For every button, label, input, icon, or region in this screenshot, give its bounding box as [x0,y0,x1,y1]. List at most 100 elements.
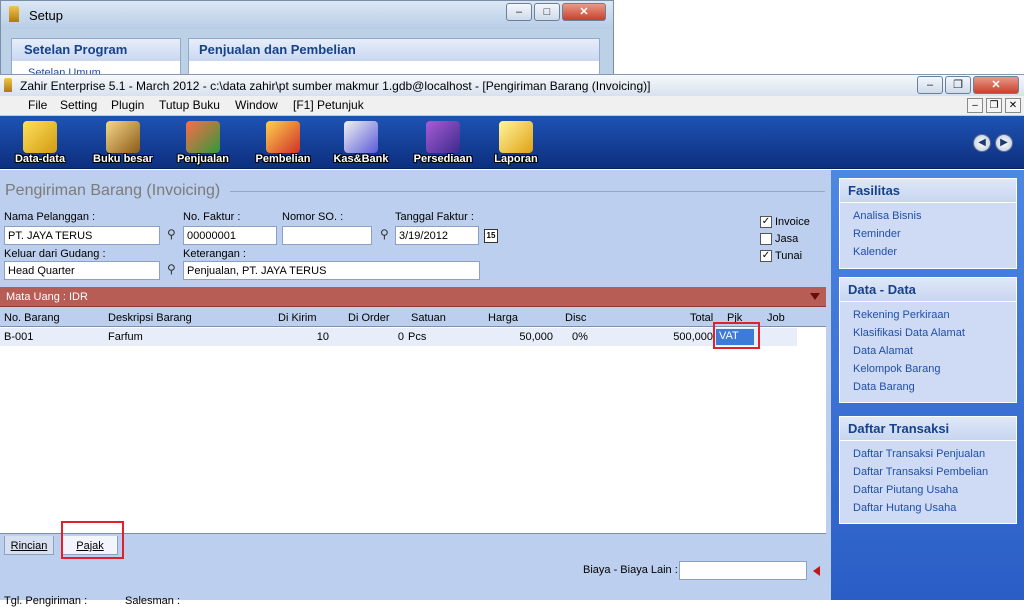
toolbar-kas-bank-label: Kas&Bank [333,153,389,165]
toolbar-penjualan-button[interactable]: Penjualan [168,119,238,167]
tunai-checkbox[interactable]: ✓ [760,250,772,262]
setup-left-panel-title: Setelan Program [12,39,180,61]
link-rekening-perkiraan[interactable]: Rekening Perkiraan [853,309,950,321]
main-toolbar: Data-data Buku besar Penjualan Pembelian… [0,116,1024,169]
setup-title-bar[interactable]: Setup – □ ✕ [1,1,613,29]
cell-no-barang[interactable]: B-001 [4,331,33,343]
col-deskripsi[interactable]: Deskripsi Barang [108,312,192,324]
cell-deskripsi[interactable]: Farfum [108,331,143,343]
link-daftar-piutang-usaha[interactable]: Daftar Piutang Usaha [853,484,958,496]
invoice-checkbox[interactable]: ✓ [760,216,772,228]
cell-total[interactable]: 500,000 [640,331,713,343]
pajak-highlight-box [61,521,124,559]
other-cost-expand-icon[interactable] [813,566,820,576]
main-restore-button[interactable]: ❐ [945,76,971,94]
menu-file[interactable]: File [28,98,47,112]
so-no-input[interactable] [282,226,372,245]
col-total[interactable]: Total [690,312,713,324]
setup-close-button[interactable]: ✕ [562,3,606,21]
report-icon [499,121,533,153]
inventory-icon [426,121,460,153]
currency-label: Mata Uang : IDR [6,291,88,303]
sales-icon [186,121,220,153]
nav-back-icon[interactable]: ◀ [973,134,991,152]
title-divider [230,191,825,192]
cell-harga[interactable]: 50,000 [480,331,553,343]
link-data-barang[interactable]: Data Barang [853,381,915,393]
nav-forward-icon[interactable]: ▶ [995,134,1013,152]
setup-minimize-button[interactable]: – [506,3,532,21]
col-disc[interactable]: Disc [565,312,586,324]
jasa-checkbox[interactable] [760,233,772,245]
col-diorder[interactable]: Di Order [348,312,390,324]
form-title: Pengiriman Barang (Invoicing) [5,182,221,199]
currency-bar[interactable]: Mata Uang : IDR [0,287,826,307]
invoice-no-label: No. Faktur : [183,211,241,223]
col-dikirim[interactable]: Di Kirim [278,312,317,324]
link-reminder[interactable]: Reminder [853,228,901,240]
data-data-icon [23,121,57,153]
child-restore-button[interactable]: ❐ [986,98,1002,113]
menu-help[interactable]: [F1] Petunjuk [293,98,364,112]
currency-expand-icon[interactable] [810,293,820,300]
warehouse-input[interactable]: Head Quarter [4,261,160,280]
menu-setting[interactable]: Setting [60,98,97,112]
cell-diorder[interactable]: 0 [340,331,404,343]
link-klasifikasi-data-alamat[interactable]: Klasifikasi Data Alamat [853,327,965,339]
child-minimize-button[interactable]: – [967,98,983,113]
toolbar-persediaan-button[interactable]: Persediaan [408,119,478,167]
fasilitas-panel: Fasilitas Analisa Bisnis Reminder Kalend… [839,178,1017,269]
warehouse-lookup-icon[interactable]: ⚲ [167,262,179,278]
main-window-title: Zahir Enterprise 5.1 - March 2012 - c:\d… [20,79,651,93]
data-data-panel: Data - Data Rekening Perkiraan Klasifika… [839,277,1017,403]
cell-disc[interactable]: 0% [572,331,588,343]
col-job[interactable]: Job [767,312,785,324]
calendar-icon[interactable]: 15 [484,229,498,243]
menu-tutup-buku[interactable]: Tutup Buku [159,98,220,112]
link-daftar-transaksi-penjualan[interactable]: Daftar Transaksi Penjualan [853,448,985,460]
link-daftar-hutang-usaha[interactable]: Daftar Hutang Usaha [853,502,956,514]
toolbar-pembelian-button[interactable]: Pembelian [248,119,318,167]
toolbar-buku-besar-label: Buku besar [93,153,153,165]
main-title-bar[interactable]: Zahir Enterprise 5.1 - March 2012 - c:\d… [0,74,1024,96]
menu-window[interactable]: Window [235,98,278,112]
salesman-label: Salesman : [125,595,181,607]
toolbar-data-data-button[interactable]: Data-data [5,119,75,167]
daftar-transaksi-title[interactable]: Daftar Transaksi [840,417,1016,441]
col-satuan[interactable]: Satuan [411,312,446,324]
toolbar-laporan-button[interactable]: Laporan [481,119,551,167]
link-kelompok-barang[interactable]: Kelompok Barang [853,363,940,375]
tab-rincian[interactable]: Rincian [4,536,54,555]
link-data-alamat[interactable]: Data Alamat [853,345,913,357]
data-data-title[interactable]: Data - Data [840,278,1016,302]
so-no-label: Nomor SO. : [282,211,344,223]
invoice-date-input[interactable]: 3/19/2012 [395,226,479,245]
invoice-no-input[interactable]: 00000001 [183,226,277,245]
menu-plugin[interactable]: Plugin [111,98,144,112]
link-kalender[interactable]: Kalender [853,246,897,258]
cell-dikirim[interactable]: 10 [250,331,329,343]
setup-right-panel: Penjualan dan Pembelian [188,38,600,78]
setup-maximize-button[interactable]: □ [534,3,560,21]
link-analisa-bisnis[interactable]: Analisa Bisnis [853,210,921,222]
col-no-barang[interactable]: No. Barang [4,312,60,324]
customer-lookup-icon[interactable]: ⚲ [167,227,179,243]
customer-input[interactable]: PT. JAYA TERUS [4,226,160,245]
other-cost-input[interactable] [679,561,807,580]
main-close-button[interactable]: ✕ [973,76,1019,94]
cash-bank-icon [344,121,378,153]
toolbar-persediaan-label: Persediaan [413,153,473,165]
so-lookup-icon[interactable]: ⚲ [380,227,392,243]
link-daftar-transaksi-pembelian[interactable]: Daftar Transaksi Pembelian [853,466,988,478]
toolbar-data-data-label: Data-data [14,153,66,165]
notes-input[interactable]: Penjualan, PT. JAYA TERUS [183,261,480,280]
menu-bar: File Setting Plugin Tutup Buku Window [F… [0,96,1024,116]
col-harga[interactable]: Harga [488,312,518,324]
toolbar-kas-bank-button[interactable]: Kas&Bank [326,119,396,167]
main-minimize-button[interactable]: – [917,76,943,94]
child-close-button[interactable]: ✕ [1005,98,1021,113]
toolbar-buku-besar-button[interactable]: Buku besar [88,119,158,167]
fasilitas-title[interactable]: Fasilitas [840,179,1016,203]
cell-satuan[interactable]: Pcs [408,331,426,343]
customer-label: Nama Pelanggan : [4,211,96,223]
